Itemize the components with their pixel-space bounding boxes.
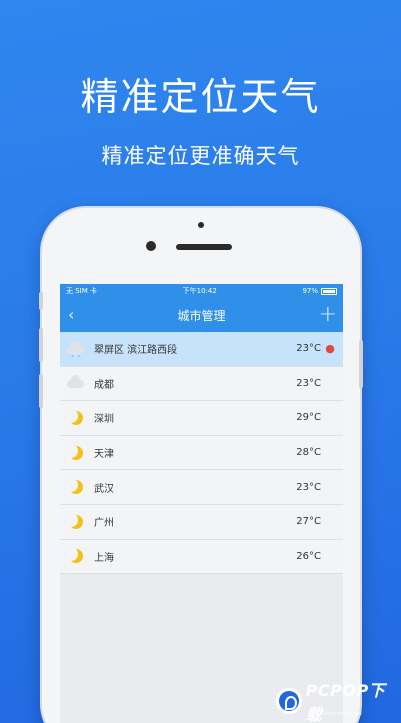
city-row[interactable]: 上海 26°C ● (60, 539, 343, 575)
city-list: • •翠屏区 滨江路西段23°C●成都23°C●深圳29°C●天津28°C●武汉… (60, 332, 343, 575)
front-camera (146, 241, 156, 251)
watermark-sub: PCPOP.com download (308, 711, 362, 717)
pin-spacer: ● (325, 377, 335, 390)
nav-bar: ‹ 城市管理 + (60, 298, 343, 332)
phone-volume-up (39, 328, 43, 362)
cloud-icon (66, 375, 86, 391)
city-row[interactable]: • • 翠屏区 滨江路西段 23°C ● (60, 332, 343, 367)
city-name: 广州 (94, 518, 114, 530)
pin-spacer: ● (325, 411, 335, 424)
city-temperature: 27°C (296, 516, 321, 528)
city-row[interactable]: 天津 28°C ● (60, 435, 343, 471)
city-row[interactable]: 广州 27°C ● (60, 504, 343, 540)
cloud-rain-icon: • • (66, 340, 86, 360)
status-right: 97% (302, 287, 337, 295)
city-name: 上海 (94, 552, 114, 564)
clock: 下午10:42 (182, 287, 217, 295)
earpiece-speaker (176, 244, 232, 250)
city-name: 成都 (94, 379, 114, 391)
city-temperature: 29°C (296, 412, 321, 424)
phone-volume-down (39, 374, 43, 408)
status-bar: 无 SIM 卡 下午10:42 97% (60, 284, 343, 298)
plus-icon[interactable]: + (319, 302, 337, 327)
pcpop-watermark: PCPOP下载 PCPOP.com download (276, 681, 400, 723)
city-name: 深圳 (94, 414, 114, 426)
phone-power-button (359, 340, 363, 388)
city-temperature: 23°C (296, 343, 321, 355)
pin-spacer: ● (325, 515, 335, 528)
moon-icon (66, 445, 86, 461)
chevron-left-icon[interactable]: ‹ (68, 305, 74, 324)
moon-icon (66, 514, 86, 530)
moon-icon (66, 548, 86, 564)
pin-spacer: ● (325, 550, 335, 563)
moon-icon (66, 410, 86, 426)
city-temperature: 28°C (296, 447, 321, 459)
city-row[interactable]: 成都 23°C ● (60, 366, 343, 402)
city-name: 天津 (94, 449, 114, 461)
city-name: 武汉 (94, 483, 114, 495)
battery-percent: 97% (302, 287, 318, 295)
city-temperature: 23°C (296, 377, 321, 389)
moon-icon (66, 479, 86, 495)
carrier-label: 无 SIM 卡 (66, 287, 97, 295)
phone-side-button (39, 292, 43, 310)
location-pin-icon: ● (325, 342, 335, 356)
promo-headline: 精准定位天气 (80, 75, 321, 119)
pin-spacer: ● (325, 446, 335, 459)
app-screen: 无 SIM 卡 下午10:42 97% ‹ 城市管理 + • • 翠屏区 滨江路西… (60, 284, 343, 723)
city-row[interactable]: 武汉 23°C ● (60, 470, 343, 505)
pcpop-logo-icon (276, 688, 302, 714)
battery-icon (321, 287, 337, 295)
proximity-sensor (198, 222, 204, 228)
nav-title: 城市管理 (177, 308, 226, 323)
city-name: 翠屏区 滨江路西段 (94, 345, 178, 357)
city-row[interactable]: 深圳 29°C ● (60, 401, 343, 436)
city-temperature: 26°C (296, 550, 321, 562)
promo-subline: 精准定位更准确天气 (101, 144, 300, 168)
pin-spacer: ● (325, 481, 335, 494)
city-temperature: 23°C (296, 481, 321, 493)
